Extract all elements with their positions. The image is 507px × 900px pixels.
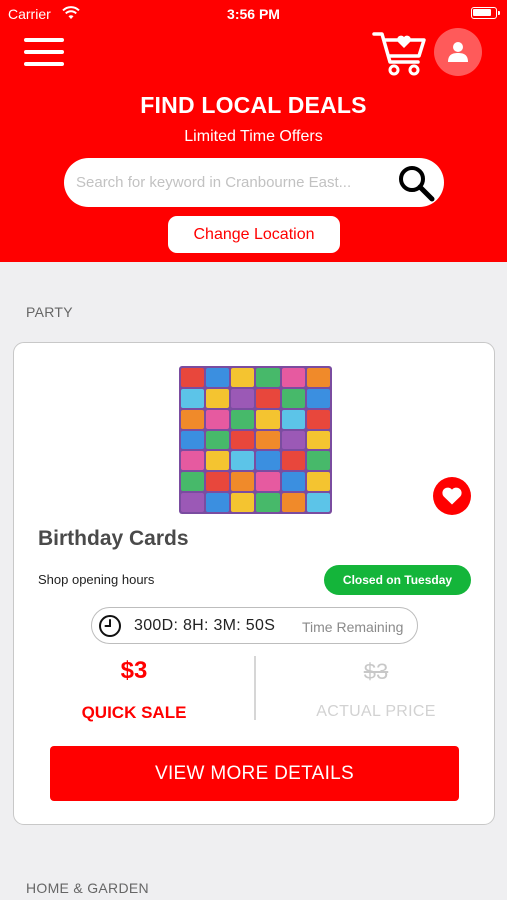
section-header-party: PARTY [26, 304, 73, 320]
user-avatar-button[interactable] [434, 28, 482, 76]
shop-hours-label: Shop opening hours [38, 572, 155, 587]
hamburger-icon[interactable] [24, 38, 64, 66]
sale-label: QUICK SALE [81, 703, 187, 722]
countdown-timer: 300D: 8H: 3M: 50S Time Remaining [91, 607, 418, 644]
search-bar [64, 158, 444, 207]
deal-title: Birthday Cards [38, 527, 189, 550]
status-bar: Carrier 3:56 PM [0, 0, 507, 28]
section-header-home-garden: HOME & GARDEN [26, 880, 149, 896]
search-icon[interactable] [396, 164, 436, 202]
time-remaining-label: Time Remaining [302, 619, 404, 635]
status-time: 3:56 PM [227, 6, 280, 22]
sale-price: $3 [120, 657, 148, 684]
actual-price: $3 [363, 659, 389, 684]
view-more-details-button[interactable]: VIEW MORE DETAILS [50, 746, 459, 801]
time-remaining-value: 300D: 8H: 3M: 50S [134, 617, 276, 634]
page-subtitle: Limited Time Offers [184, 128, 323, 145]
cart-icon[interactable] [372, 28, 428, 76]
deal-card[interactable]: Birthday Cards Shop opening hours Closed… [13, 342, 495, 825]
clock-icon [99, 615, 121, 637]
favorite-button[interactable] [433, 477, 471, 515]
status-badge: Closed on Tuesday [324, 565, 471, 595]
search-input[interactable] [76, 158, 386, 207]
actual-price-label: ACTUAL PRICE [316, 703, 436, 720]
battery-icon [471, 7, 500, 19]
heart-icon [442, 487, 462, 505]
change-location-button[interactable]: Change Location [168, 216, 340, 253]
user-icon [448, 42, 468, 62]
page-title: FIND LOCAL DEALS [140, 92, 367, 118]
deal-image [179, 366, 332, 514]
